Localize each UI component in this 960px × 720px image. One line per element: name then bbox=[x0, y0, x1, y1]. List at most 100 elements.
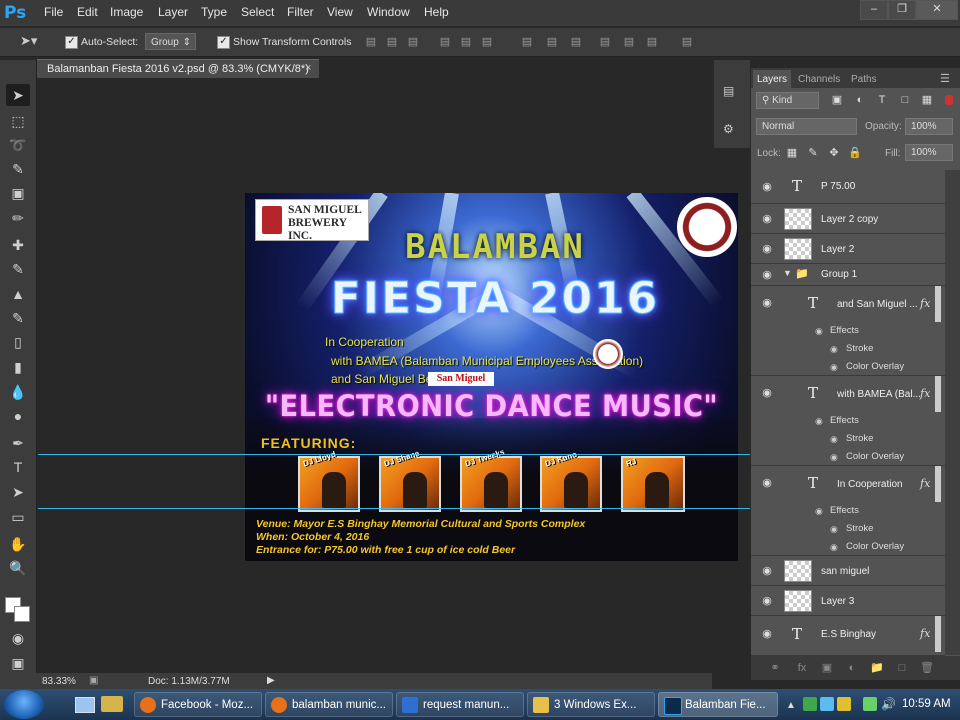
layer-row[interactable]: ◉ T with BAMEA (Bal... fx ◉ Effects ◉ St… bbox=[751, 376, 945, 466]
color-overlay-eye-icon[interactable]: ◉ bbox=[830, 542, 840, 552]
menu-window[interactable]: Window bbox=[367, 5, 410, 19]
stroke-eye-icon[interactable]: ◉ bbox=[830, 524, 840, 534]
blend-mode-dropdown[interactable]: Normal bbox=[756, 118, 857, 135]
auto-align-icon[interactable]: ▤ bbox=[680, 35, 694, 49]
layer-row[interactable]: ◉ Layer 2 copy bbox=[751, 204, 945, 234]
menu-edit[interactable]: Edit bbox=[77, 5, 98, 19]
close-window-icon[interactable]: ✕ bbox=[916, 0, 958, 20]
filter-adjustment-icon[interactable]: ◐ bbox=[853, 93, 867, 107]
show-transform-checkbox[interactable]: ✓ bbox=[217, 36, 230, 49]
status-info-icon[interactable]: ▣ bbox=[89, 675, 98, 686]
align-left-icon[interactable]: ▤ bbox=[438, 35, 452, 49]
visibility-eye-icon[interactable]: ◉ bbox=[760, 212, 774, 226]
distribute-hcenter-icon[interactable]: ▤ bbox=[622, 35, 636, 49]
group-expand-icon[interactable]: ▼ bbox=[783, 268, 792, 278]
distribute-top-icon[interactable]: ▤ bbox=[520, 35, 534, 49]
auto-select-dropdown[interactable]: Group ⇕ bbox=[145, 33, 196, 50]
layer-row[interactable]: ◉ T E.S Binghay fx bbox=[751, 616, 945, 656]
link-layers-icon[interactable]: ⚭ bbox=[768, 661, 782, 675]
minimize-icon[interactable]: – bbox=[860, 0, 888, 20]
type-tool-icon[interactable]: T bbox=[6, 456, 30, 478]
zoom-level[interactable]: 83.33% bbox=[42, 676, 76, 687]
taskbar-clock[interactable]: 10:59 AM bbox=[902, 698, 951, 710]
visibility-eye-icon[interactable]: ◉ bbox=[760, 242, 774, 256]
show-desktop-icon[interactable] bbox=[75, 697, 95, 713]
quick-selection-tool-icon[interactable]: ✎ bbox=[6, 158, 30, 180]
stroke-eye-icon[interactable]: ◉ bbox=[830, 434, 840, 444]
clone-stamp-tool-icon[interactable]: ▲ bbox=[6, 283, 30, 305]
lock-transparent-icon[interactable]: ▦ bbox=[785, 146, 799, 160]
new-layer-icon[interactable]: □ bbox=[895, 661, 909, 675]
tray-network-icon[interactable] bbox=[863, 697, 877, 711]
layer-group-row[interactable]: ◉ ▼ 📁 Group 1 bbox=[751, 264, 945, 286]
lock-all-icon[interactable]: 🔒 bbox=[848, 146, 862, 160]
status-menu-icon[interactable]: ▶ bbox=[267, 675, 275, 686]
taskbar-item-explorer[interactable]: 3 Windows Ex... bbox=[527, 692, 655, 717]
menu-type[interactable]: Type bbox=[201, 5, 227, 19]
fx-icon[interactable]: fx bbox=[920, 297, 930, 310]
menu-layer[interactable]: Layer bbox=[158, 5, 188, 19]
gradient-tool-icon[interactable]: ▮ bbox=[6, 356, 30, 378]
layer-row[interactable]: ◉ san miguel bbox=[751, 556, 945, 586]
fx-icon[interactable]: fx bbox=[920, 627, 930, 640]
align-top-icon[interactable]: ▤ bbox=[364, 35, 378, 49]
tab-paths[interactable]: Paths bbox=[851, 74, 877, 85]
eraser-tool-icon[interactable]: ▯ bbox=[6, 331, 30, 353]
menu-filter[interactable]: Filter bbox=[287, 5, 314, 19]
menu-select[interactable]: Select bbox=[241, 5, 274, 19]
filter-type-icon[interactable]: T bbox=[875, 93, 889, 107]
menu-file[interactable]: File bbox=[44, 5, 63, 19]
move-tool-preset-icon[interactable]: ➤▾ bbox=[20, 33, 37, 49]
add-mask-icon[interactable]: ▣ bbox=[820, 661, 834, 675]
fill-field[interactable]: 100% bbox=[905, 144, 953, 161]
brush-tool-icon[interactable]: ✎ bbox=[6, 258, 30, 280]
document-tab[interactable]: Balamanban Fiesta 2016 v2.psd @ 83.3% (C… bbox=[37, 59, 319, 78]
visibility-eye-icon[interactable]: ◉ bbox=[760, 594, 774, 608]
distribute-right-icon[interactable]: ▤ bbox=[645, 35, 659, 49]
visibility-eye-icon[interactable]: ◉ bbox=[760, 627, 774, 641]
panel-menu-icon[interactable]: ☰ bbox=[940, 72, 950, 85]
lock-position-icon[interactable]: ✥ bbox=[827, 146, 841, 160]
tab-channels[interactable]: Channels bbox=[798, 74, 840, 85]
fx-icon[interactable]: fx bbox=[920, 477, 930, 490]
align-bottom-icon[interactable]: ▤ bbox=[406, 35, 420, 49]
tray-app-icon[interactable] bbox=[837, 697, 851, 711]
layer-row[interactable]: ◉ T P 75.00 bbox=[751, 171, 945, 204]
tab-layers[interactable]: Layers bbox=[757, 74, 787, 85]
history-brush-tool-icon[interactable]: ✎ bbox=[6, 307, 30, 329]
lock-image-icon[interactable]: ✎ bbox=[806, 146, 820, 160]
close-tab-icon[interactable]: × bbox=[305, 62, 311, 74]
tray-volume-icon[interactable]: 🔊 bbox=[881, 697, 896, 711]
hand-tool-icon[interactable]: ✋ bbox=[6, 533, 30, 555]
add-style-icon[interactable]: fx bbox=[795, 661, 809, 675]
adjustment-layer-icon[interactable]: ◐ bbox=[845, 661, 859, 675]
color-overlay-eye-icon[interactable]: ◉ bbox=[830, 452, 840, 462]
path-selection-tool-icon[interactable]: ➤ bbox=[6, 481, 30, 503]
lasso-tool-icon[interactable]: ➰ bbox=[6, 134, 30, 156]
stroke-eye-icon[interactable]: ◉ bbox=[830, 344, 840, 354]
blur-tool-icon[interactable]: 💧 bbox=[6, 381, 30, 403]
poster-artwork[interactable]: SAN MIGUEL BREWERY INC. BALAMBAN FIESTA … bbox=[245, 193, 738, 561]
new-group-icon[interactable]: 📁 bbox=[870, 661, 884, 675]
marquee-tool-icon[interactable]: ⬚ bbox=[6, 110, 30, 132]
restore-icon[interactable]: ❐ bbox=[888, 0, 916, 20]
background-color-swatch[interactable] bbox=[14, 606, 30, 622]
eyedropper-tool-icon[interactable]: ✏ bbox=[6, 207, 30, 229]
distribute-left-icon[interactable]: ▤ bbox=[598, 35, 612, 49]
align-right-icon[interactable]: ▤ bbox=[480, 35, 494, 49]
move-tool-icon[interactable]: ➤ bbox=[6, 84, 30, 106]
tray-expand-icon[interactable]: ▲ bbox=[786, 700, 796, 711]
distribute-vcenter-icon[interactable]: ▤ bbox=[545, 35, 559, 49]
quick-mask-icon[interactable]: ◉ bbox=[6, 627, 30, 649]
visibility-eye-icon[interactable]: ◉ bbox=[760, 386, 774, 400]
screen-mode-icon[interactable]: ▣ bbox=[6, 652, 30, 674]
layer-row[interactable]: ◉ Layer 2 bbox=[751, 234, 945, 264]
zoom-tool-icon[interactable]: 🔍 bbox=[6, 557, 30, 579]
menu-view[interactable]: View bbox=[327, 5, 353, 19]
taskbar-item-firefox-facebook[interactable]: Facebook - Moz... bbox=[134, 692, 262, 717]
filter-smart-object-icon[interactable]: ▦ bbox=[920, 93, 934, 107]
menu-help[interactable]: Help bbox=[424, 5, 449, 19]
align-vcenter-icon[interactable]: ▤ bbox=[385, 35, 399, 49]
visibility-eye-icon[interactable]: ◉ bbox=[760, 268, 774, 282]
effects-eye-icon[interactable]: ◉ bbox=[815, 416, 825, 426]
